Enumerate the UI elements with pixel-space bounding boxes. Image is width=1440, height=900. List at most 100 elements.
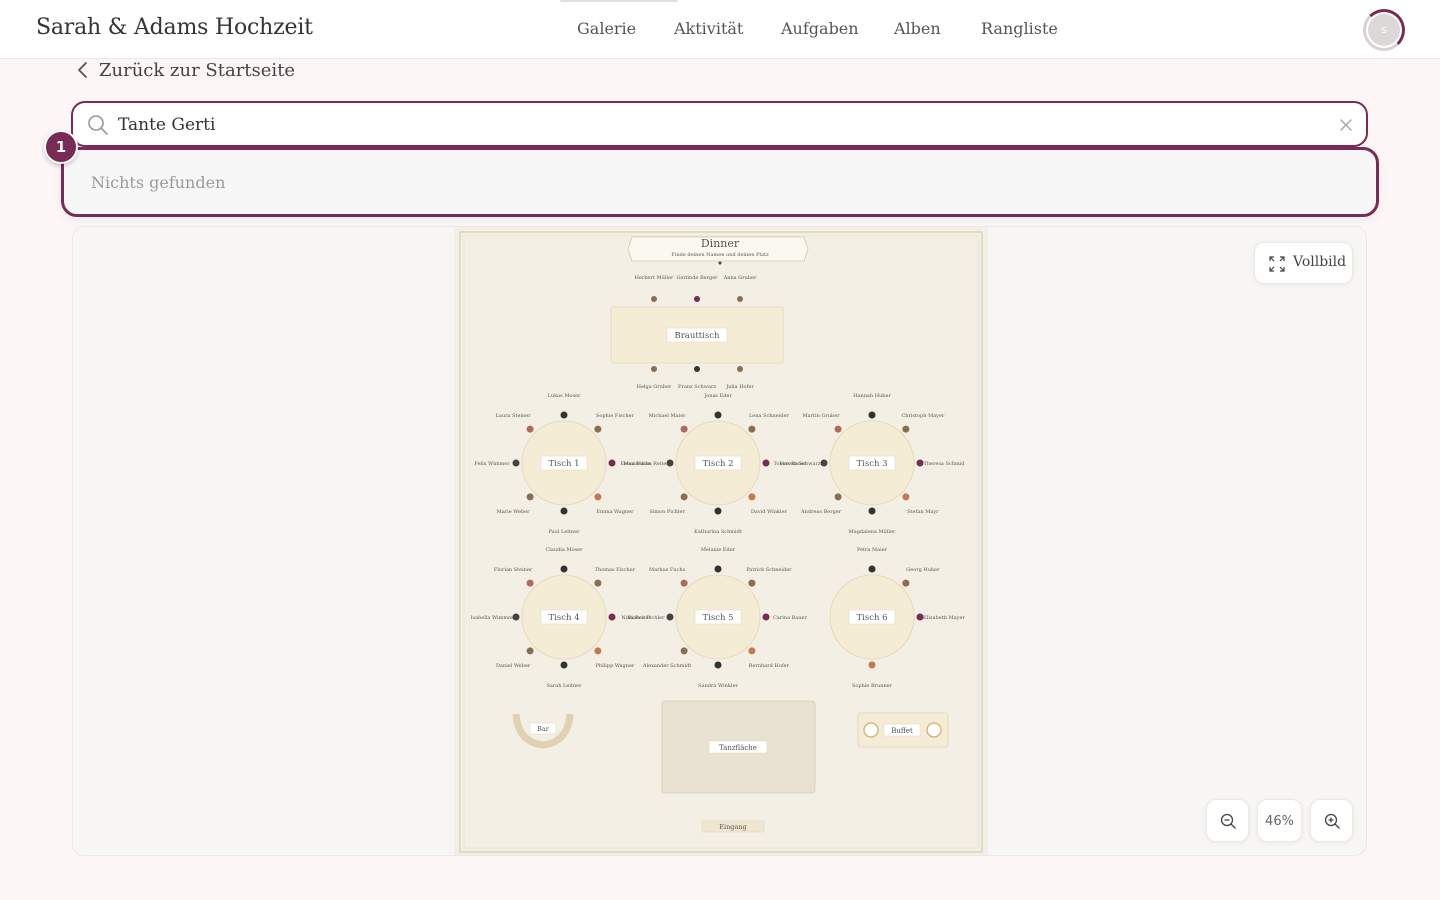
nav-item-aktivitaet[interactable]: Aktivität: [674, 19, 743, 38]
dance-floor-label: Tanzfläche: [719, 744, 757, 752]
guest-name: Stefan Mayr: [907, 509, 939, 515]
bar-label: Bar: [537, 725, 550, 733]
guest-seat: [680, 493, 688, 501]
guest-seat: [560, 411, 568, 419]
guest-seat: [834, 493, 842, 501]
guest-seat: [512, 613, 520, 621]
search-input[interactable]: [118, 113, 1268, 137]
guest-seat: [714, 661, 722, 669]
dinner-banner: Dinner Finde deinen Namen und deinen Pla…: [627, 236, 809, 265]
search-icon: [88, 115, 108, 135]
seating-map[interactable]: Dinner Finde deinen Namen und deinen Pla…: [454, 227, 988, 856]
nav-indicator: [560, 0, 678, 2]
nav-item-alben[interactable]: Alben: [894, 19, 941, 38]
guest-name: Anna Gruber: [723, 275, 757, 281]
guest-seat: [714, 565, 722, 573]
guest-name: Paul Leitner: [549, 529, 581, 535]
fullscreen-button[interactable]: Vollbild: [1254, 242, 1353, 284]
guest-seat: [594, 579, 602, 587]
zoom-out-icon: [1220, 813, 1236, 829]
guest-name: David Winkler: [751, 509, 788, 515]
guest-name: Claudia Moser: [545, 547, 583, 553]
guest-seat: [902, 579, 910, 587]
guest-seat: [762, 613, 770, 621]
guest-name: Herbert Müller: [635, 275, 674, 281]
entrance-label: Eingang: [719, 823, 746, 831]
guest-seat: [748, 493, 756, 501]
map-subtitle: Finde deinen Namen und deinen Platz: [671, 252, 769, 258]
avatar[interactable]: s: [1368, 14, 1400, 46]
guest-name: Maximilian Reiter: [623, 461, 669, 467]
guest-name: Sophie Fischer: [596, 413, 635, 419]
zoom-level: 46%: [1257, 799, 1302, 842]
guest-name: Simon Pichler: [649, 509, 685, 515]
guest-name: Isabella Wimmer: [471, 615, 515, 621]
guest-name: Melanie Eder: [701, 547, 736, 553]
expand-icon: [1269, 256, 1285, 272]
guest-name: Bernhard Hofer: [749, 663, 790, 669]
guest-name: Daniel Weber: [496, 663, 531, 669]
guest-seat: [560, 507, 568, 515]
guest-name: Carina Bauer: [773, 615, 807, 621]
zoom-in-icon: [1324, 813, 1340, 829]
table-label: Tisch 1: [548, 459, 579, 469]
guest-seat: [748, 647, 756, 655]
guest-name: Katharina Schmidt: [694, 529, 742, 535]
close-icon[interactable]: [1339, 118, 1353, 132]
guest-name: Julia Hofer: [725, 384, 754, 390]
guest-seat: [594, 425, 602, 433]
dance-floor: Tanzfläche: [661, 700, 816, 794]
guest-name: Jonas Eder: [703, 393, 732, 399]
guest-seat: [820, 459, 828, 467]
guest-name: Helga Gruber: [637, 384, 672, 390]
guest-name: Elisabeth Mayer: [923, 615, 965, 621]
guest-seat: [526, 425, 534, 433]
guest-name: Lena Schneider: [749, 413, 789, 419]
guest-name: Alexander Schmidt: [642, 663, 691, 669]
guest-name: Marie Weber: [497, 509, 530, 515]
zoom-out-button[interactable]: [1206, 799, 1249, 842]
guest-seat: [526, 579, 534, 587]
guest-seat: [868, 411, 876, 419]
guest-seat: [560, 661, 568, 669]
back-link[interactable]: Zurück zur Startseite: [76, 59, 295, 81]
guest-seat: [748, 425, 756, 433]
fullscreen-label: Vollbild: [1293, 254, 1347, 270]
table-label: Tisch 2: [702, 459, 733, 469]
guest-name: Patrick Schneider: [746, 567, 792, 573]
buffet-area: Buffet: [857, 712, 949, 748]
guest-seat: [666, 613, 674, 621]
guest-name: Philipp Wagner: [595, 663, 634, 669]
main-nav: Galerie Aktivität Aufgaben Alben Ranglis…: [0, 0, 1440, 59]
table-label: Tisch 3: [856, 459, 887, 469]
nav-item-rangliste[interactable]: Rangliste: [981, 19, 1058, 38]
guest-seat: [512, 459, 520, 467]
round-table: Tisch 5 Melanie Eder Patrick Schneider Cari…: [628, 547, 808, 689]
guest-name: Andreas Berger: [800, 509, 842, 515]
round-table: Tisch 3 Hannah Huber Christoph Mayer Theres…: [779, 393, 966, 535]
guest-name: Sandra Winkler: [698, 683, 738, 689]
nav-item-aufgaben[interactable]: Aufgaben: [781, 19, 859, 38]
top-header: Sarah & Adams Hochzeit Galerie Aktivität…: [0, 0, 1440, 59]
guest-seat: [868, 507, 876, 515]
guest-name: Lukas Moser: [548, 393, 581, 399]
guest-seat: [526, 493, 534, 501]
guest-seat: [714, 411, 722, 419]
guest-name: Laura Steiner: [496, 413, 532, 419]
guest-name: Hannah Huber: [853, 393, 891, 399]
guest-seat: [868, 661, 876, 669]
guest-name: Christoph Mayer: [901, 413, 945, 419]
guest-name: Florian Steiner: [494, 567, 533, 573]
guest-seat: [902, 493, 910, 501]
guest-name: Magdalena Müller: [849, 529, 896, 535]
table-label: Tisch 6: [856, 613, 887, 623]
nav-item-galerie[interactable]: Galerie: [577, 19, 636, 38]
zoom-in-button[interactable]: [1310, 799, 1353, 842]
empty-results-text: Nichts gefunden: [91, 173, 226, 192]
guest-name: Petra Maier: [857, 547, 888, 553]
map-title: Dinner: [701, 237, 740, 250]
guest-name: Thomas Fischer: [595, 567, 636, 573]
guest-seat: [762, 459, 770, 467]
guest-name: Martin Gruber: [803, 413, 841, 419]
guest-name: Felix Wimmer: [474, 461, 510, 467]
